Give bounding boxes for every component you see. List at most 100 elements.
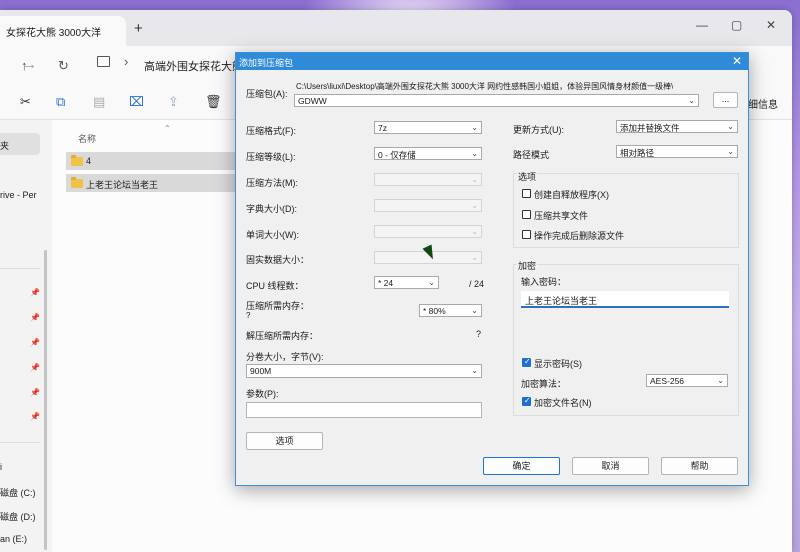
show-password-label: 显示密码(S) [534,359,582,369]
add-to-archive-dialog: 添加到压缩包 ✕ 压缩包(A): C:\Users\liuxi\Desktop\… [235,52,749,486]
ok-button[interactable]: 确定 [483,457,560,475]
up-icon[interactable]: ↑ [21,58,28,73]
close-window-icon[interactable]: ✕ [766,18,776,32]
params-input[interactable] [246,402,482,418]
mem-label: 压缩所需内存： [246,301,310,311]
shared-files-checkbox[interactable] [522,210,531,219]
cpu-select[interactable]: * 24 ⌄ [374,276,439,289]
cancel-button[interactable]: 取消 [572,457,649,475]
params-label: 参数(P): [246,389,279,399]
paste-icon[interactable]: ▤ [93,94,105,110]
dialog-title: 添加到压缩包 [239,58,294,68]
encrypt-names-checkbox[interactable] [522,396,531,406]
path-value: 相对路径 [620,148,655,158]
format-label: 压缩格式(F): [246,126,296,136]
path-label: 路径模式 [513,150,550,160]
cpu-total: / 24 [469,279,485,289]
decomp-label: 解压缩所需内存： [246,331,319,341]
chevron-down-icon: ⌄ [471,306,478,315]
dialog-title-bar[interactable]: 添加到压缩包 ✕ [236,53,748,70]
format-select[interactable]: 7z ⌄ [374,121,482,134]
level-select[interactable]: 0 - 仅存储 ⌄ [374,147,482,160]
pin-icon: 📌 [30,412,40,421]
chevron-down-icon: ⌄ [471,123,478,132]
method-select[interactable]: ⌄ [374,173,482,186]
new-tab-icon[interactable]: + [134,21,143,36]
password-input[interactable]: 上老王论坛当老王 [521,291,729,308]
sidebar-item-drive-d[interactable]: 磁盘 (D:) [0,510,36,523]
mem-select[interactable]: * 80% ⌄ [419,304,482,317]
chevron-down-icon: ⌄ [471,175,478,184]
list-item[interactable]: 上老王论坛当老王 [66,174,246,192]
maximize-icon[interactable]: ▢ [731,18,742,32]
dict-select[interactable]: ⌄ [374,199,482,212]
show-password-checkbox[interactable] [522,357,531,367]
update-select[interactable]: 添加并替换文件 ⌄ [616,120,738,133]
chevron-down-icon: ⌄ [727,122,734,131]
share-icon[interactable]: ⇪ [168,94,179,110]
encryption-method-label: 加密算法： [521,379,567,389]
browse-button[interactable]: ... [713,92,738,108]
pin-icon: 📌 [30,338,40,347]
mem-question: ? [246,311,251,320]
encryption-method-select[interactable]: AES-256 ⌄ [646,374,728,387]
sfx-label: 创建自释放程序(X) [534,190,609,200]
sidebar-item-drive-c[interactable]: 磁盘 (C:) [0,486,36,499]
tab-title: 女探花大熊 3000大洋 [6,28,102,39]
delete-after-checkbox[interactable] [522,230,531,239]
chevron-down-icon: ⌄ [688,96,695,105]
column-header-name[interactable]: 名称 [78,132,96,145]
sfx-checkbox[interactable] [522,189,531,198]
sidebar-item-onedrive[interactable]: rive - Per [0,190,37,200]
chevron-down-icon: ⌄ [471,227,478,236]
options-button[interactable]: 选项 [246,432,323,450]
archive-label: 压缩包(A): [246,89,288,99]
delete-icon[interactable]: 🗑 [205,94,222,110]
chevron-down-icon: ⌄ [717,376,724,385]
rename-icon[interactable]: ⌧ [129,94,144,110]
details-button[interactable]: 细信息 [748,96,778,111]
password-value: 上老王论坛当老王 [525,296,598,306]
tab-current-folder[interactable]: 女探花大熊 3000大洋 [0,16,126,46]
level-value: 0 - 仅存储 [378,150,416,160]
format-value: 7z [378,123,387,133]
pin-icon: 📌 [30,363,40,372]
chevron-right-icon[interactable]: › [124,54,128,69]
list-item[interactable]: 4 [66,152,246,170]
refresh-icon[interactable]: ↻ [58,58,69,74]
copy-icon[interactable]: ⧉ [56,94,65,110]
breadcrumb[interactable]: 高端外围女探花大熊 [144,58,243,74]
sidebar-divider [0,442,40,443]
cut-icon[interactable]: ✂ [20,94,31,110]
archive-name-combo[interactable]: GDWW ⌄ [294,94,699,107]
options-group-title: 选项 [517,170,538,183]
minimize-icon[interactable]: — [696,18,708,32]
folder-icon [71,177,83,188]
decomp-question: ? [476,329,482,339]
word-select[interactable]: ⌄ [374,225,482,238]
word-label: 单词大小(W): [246,230,299,240]
sidebar-item-this-pc[interactable]: i [0,462,2,472]
path-select[interactable]: 相对路径 ⌄ [616,145,738,158]
sidebar-item-drive-e[interactable]: an (E:) [0,534,27,544]
chevron-down-icon: ⌄ [428,278,435,287]
sidebar-selected-item[interactable]: 夹 [0,133,40,155]
method-label: 压缩方法(M): [246,178,298,188]
sidebar-scrollbar[interactable] [44,250,47,550]
sidebar-item-label: 夹 [0,141,10,151]
cpu-value: * 24 [378,278,394,288]
navigation-pane: 夹 rive - Per 📌 📌 📌 📌 📌 📌 i 磁盘 (C:) 磁盘 (D… [0,120,50,552]
split-select[interactable]: 900M ⌄ [246,364,482,378]
chevron-down-icon: ⌄ [471,253,478,262]
tab-bar: 女探花大熊 3000大洋 + — ▢ ✕ [0,10,792,46]
help-button[interactable]: 帮助 [661,457,738,475]
split-label: 分卷大小，字节(V): [246,352,324,362]
shared-files-label: 压缩共享文件 [534,211,589,221]
update-value: 添加并替换文件 [620,123,680,133]
this-pc-icon[interactable] [97,56,110,67]
encryption-method-value: AES-256 [650,376,685,386]
cpu-label: CPU 线程数： [246,281,304,291]
close-icon[interactable]: ✕ [732,54,742,68]
pin-icon: 📌 [30,288,40,297]
file-name: 上老王论坛当老王 [86,180,159,190]
